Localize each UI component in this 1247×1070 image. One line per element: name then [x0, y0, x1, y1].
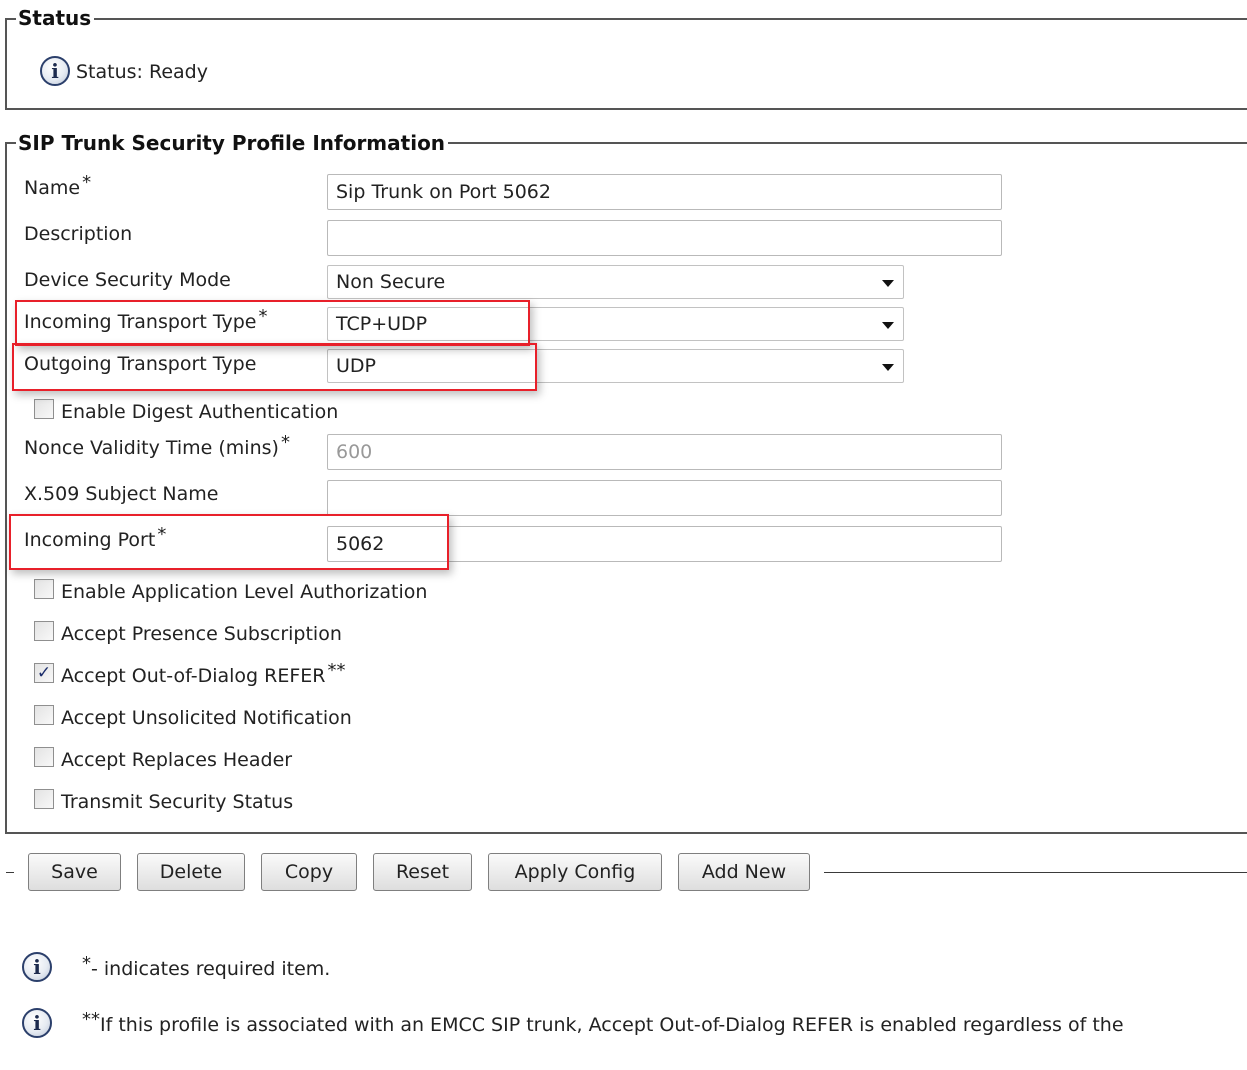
- x509-label: X.509 Subject Name: [24, 483, 219, 505]
- name-input[interactable]: Sip Trunk on Port 5062: [327, 174, 1002, 210]
- replaces-header-label: Accept Replaces Header: [61, 749, 293, 771]
- add-new-button[interactable]: Add New: [678, 853, 810, 891]
- status-message: Status: Ready: [76, 61, 208, 83]
- double-asterisk: **: [327, 660, 346, 681]
- info-icon: i: [22, 952, 52, 982]
- device-security-mode-value: Non Secure: [336, 271, 446, 293]
- chevron-down-icon: [882, 364, 894, 371]
- out-of-dialog-refer-label: Accept Out-of-Dialog REFER **: [61, 660, 346, 687]
- status-legend: Status: [16, 6, 95, 30]
- delete-button[interactable]: Delete: [137, 853, 245, 891]
- copy-button[interactable]: Copy: [261, 853, 357, 891]
- x509-input[interactable]: [327, 480, 1002, 516]
- nonce-input[interactable]: 600: [327, 434, 1002, 470]
- app-level-auth-checkbox[interactable]: [34, 579, 54, 599]
- nonce-label: Nonce Validity Time (mins) *: [24, 432, 290, 459]
- presence-subscription-label: Accept Presence Subscription: [61, 623, 342, 645]
- digest-auth-label: Enable Digest Authentication: [61, 401, 339, 423]
- reset-button[interactable]: Reset: [373, 853, 472, 891]
- profile-legend: SIP Trunk Security Profile Information: [16, 131, 449, 155]
- description-label: Description: [24, 223, 133, 245]
- required-note: *- indicates required item.: [82, 953, 331, 980]
- highlight-incoming-port: [9, 514, 449, 570]
- transmit-security-status-label: Transmit Security Status: [61, 791, 294, 813]
- name-label: Name *: [24, 172, 92, 199]
- apply-config-button[interactable]: Apply Config: [488, 853, 662, 891]
- chevron-down-icon: [882, 280, 894, 287]
- required-asterisk: *: [82, 953, 91, 974]
- app-level-auth-label: Enable Application Level Authorization: [61, 581, 428, 603]
- chevron-down-icon: [882, 322, 894, 329]
- replaces-header-checkbox[interactable]: [34, 747, 54, 767]
- transmit-security-status-checkbox[interactable]: [34, 789, 54, 809]
- description-input[interactable]: [327, 220, 1002, 256]
- device-security-mode-label: Device Security Mode: [24, 269, 231, 291]
- info-icon: i: [22, 1008, 52, 1038]
- double-asterisk: **: [82, 1009, 100, 1030]
- unsolicited-notification-checkbox[interactable]: [34, 705, 54, 725]
- save-button[interactable]: Save: [28, 853, 121, 891]
- info-icon: i: [40, 56, 70, 86]
- required-asterisk: *: [82, 172, 92, 193]
- emcc-note: **If this profile is associated with an …: [82, 1009, 1124, 1036]
- button-bar-divider-right: [824, 872, 1247, 873]
- unsolicited-notification-label: Accept Unsolicited Notification: [61, 707, 352, 729]
- digest-auth-checkbox[interactable]: [34, 399, 54, 419]
- button-bar-divider-left: [6, 872, 14, 873]
- required-asterisk: *: [280, 432, 290, 453]
- highlight-outgoing-transport: [12, 343, 537, 391]
- presence-subscription-checkbox[interactable]: [34, 621, 54, 641]
- highlight-incoming-transport: [15, 300, 530, 346]
- out-of-dialog-refer-checkbox[interactable]: ✓: [34, 663, 54, 683]
- device-security-mode-select[interactable]: Non Secure: [327, 265, 904, 299]
